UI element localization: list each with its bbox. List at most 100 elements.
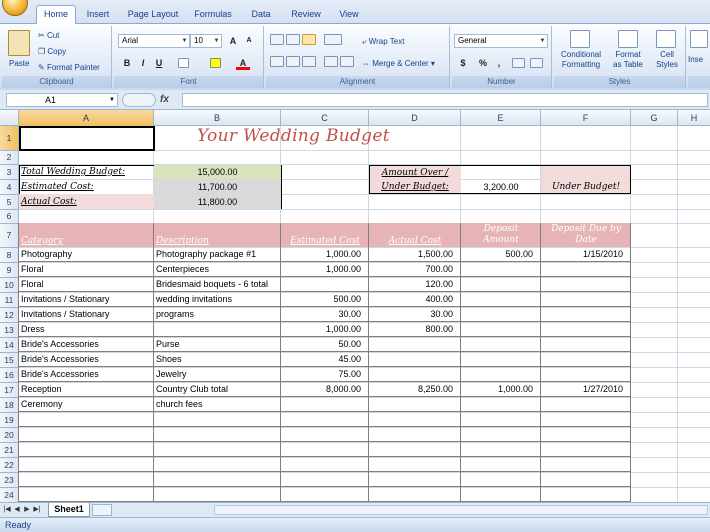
total-budget-value[interactable]: 15,000.00 [154, 165, 281, 179]
cell-due[interactable]: 1/15/2010 [541, 247, 631, 261]
row-header-13[interactable]: 13 [0, 323, 19, 338]
tab-page-layout[interactable]: Page Layout [124, 6, 182, 24]
font-color-button[interactable]: A [236, 56, 250, 70]
cell-description[interactable]: Shoes [154, 352, 281, 366]
conditional-formatting-icon[interactable] [570, 30, 590, 48]
active-cell-a1[interactable] [19, 126, 155, 151]
cell-description[interactable]: Photography package #1 [154, 247, 281, 261]
cell-deposit[interactable]: 1,000.00 [461, 382, 541, 396]
merge-center-button[interactable]: ⇔ Merge & Center ▾ [362, 58, 435, 69]
insert-sheet-icon[interactable] [92, 504, 112, 516]
row-header-18[interactable]: 18 [0, 398, 19, 413]
first-sheet-icon[interactable]: |◀ [2, 505, 12, 515]
prev-sheet-icon[interactable]: ◀ [12, 505, 22, 515]
estimated-cost-value[interactable]: 11,700.00 [154, 180, 281, 194]
cell-category[interactable]: Floral [19, 262, 154, 276]
cell-styles-button[interactable]: Cell Styles [650, 50, 684, 70]
align-right-icon[interactable] [302, 56, 316, 67]
cell-actual[interactable]: 120.00 [369, 277, 461, 291]
cell-estimated[interactable]: 50.00 [281, 337, 369, 351]
cell-category[interactable]: Bride's Accessories [19, 367, 154, 381]
sheet-tab-sheet1[interactable]: Sheet1 [48, 503, 90, 517]
column-header-g[interactable]: G [631, 110, 678, 126]
italic-button[interactable]: I [136, 56, 150, 70]
align-top-icon[interactable] [270, 34, 284, 45]
orientation-icon[interactable] [324, 34, 342, 45]
cell-estimated[interactable]: 30.00 [281, 307, 369, 321]
cell-category[interactable]: Floral [19, 277, 154, 291]
insert-cells-icon[interactable] [690, 30, 708, 48]
row-header-9[interactable]: 9 [0, 263, 19, 278]
formula-input[interactable] [182, 93, 708, 107]
number-format-combo[interactable]: General ▼ [454, 34, 548, 48]
cell-actual[interactable]: 30.00 [369, 307, 461, 321]
align-center-icon[interactable] [286, 56, 300, 67]
format-as-table-button[interactable]: Format as Table [608, 50, 648, 70]
copy-button[interactable]: ❐ Copy [38, 46, 66, 57]
increase-decimal-icon[interactable] [512, 58, 525, 68]
cell-description[interactable]: programs [154, 307, 281, 321]
row-header-11[interactable]: 11 [0, 293, 19, 308]
paste-icon[interactable] [8, 30, 30, 56]
underline-button[interactable]: U [152, 56, 166, 70]
conditional-formatting-button[interactable]: Conditional Formatting [558, 50, 604, 70]
horizontal-scrollbar[interactable] [214, 505, 708, 515]
comma-button[interactable]: , [492, 56, 506, 70]
cell-estimated[interactable]: 1,000.00 [281, 247, 369, 261]
cell-actual[interactable]: 400.00 [369, 292, 461, 306]
column-header-d[interactable]: D [369, 110, 461, 126]
align-middle-icon[interactable] [286, 34, 300, 45]
cell-actual[interactable]: 8,250.00 [369, 382, 461, 396]
align-left-icon[interactable] [270, 56, 284, 67]
cell-estimated[interactable]: 8,000.00 [281, 382, 369, 396]
decrease-decimal-icon[interactable] [530, 58, 543, 68]
font-name-combo[interactable]: Arial ▼ [118, 34, 190, 48]
tab-home[interactable]: Home [36, 5, 76, 25]
cell-deposit[interactable]: 500.00 [461, 247, 541, 261]
next-sheet-icon[interactable]: ▶ [22, 505, 32, 515]
currency-button[interactable]: $ [456, 56, 470, 70]
borders-icon[interactable] [178, 58, 189, 68]
column-header-e[interactable]: E [461, 110, 541, 126]
cell-estimated[interactable]: 1,000.00 [281, 322, 369, 336]
bold-button[interactable]: B [120, 56, 134, 70]
column-header-f[interactable]: F [541, 110, 631, 126]
row-header-17[interactable]: 17 [0, 383, 19, 398]
grow-font-button[interactable]: A [226, 34, 240, 48]
fill-color-icon[interactable] [210, 58, 221, 68]
format-table-icon[interactable] [618, 30, 638, 48]
cell-actual[interactable]: 1,500.00 [369, 247, 461, 261]
cell-category[interactable]: Invitations / Stationary [19, 307, 154, 321]
paste-button[interactable]: Paste [9, 58, 29, 69]
decrease-indent-icon[interactable] [324, 56, 338, 67]
row-header-5[interactable]: 5 [0, 195, 19, 210]
column-header-h[interactable]: H [678, 110, 710, 126]
row-header-1[interactable]: 1 [0, 126, 19, 151]
cell-description[interactable]: Bridesmaid boquets - 6 total [154, 277, 281, 291]
row-header-24[interactable]: 24 [0, 488, 19, 502]
office-button[interactable] [2, 0, 28, 16]
cell-description[interactable]: Jewelry [154, 367, 281, 381]
row-header-4[interactable]: 4 [0, 180, 19, 195]
tab-data[interactable]: Data [246, 6, 276, 24]
row-header-20[interactable]: 20 [0, 428, 19, 443]
increase-indent-icon[interactable] [340, 56, 354, 67]
row-header-15[interactable]: 15 [0, 353, 19, 368]
column-header-c[interactable]: C [281, 110, 369, 126]
shrink-font-button[interactable]: A [242, 34, 256, 48]
tab-insert[interactable]: Insert [80, 6, 116, 24]
cell-category[interactable]: Dress [19, 322, 154, 336]
insert-cells-button[interactable]: Inse [688, 54, 703, 65]
name-box[interactable]: A1 ▼ [6, 93, 118, 107]
row-header-16[interactable]: 16 [0, 368, 19, 383]
row-header-19[interactable]: 19 [0, 413, 19, 428]
wrap-text-button[interactable]: ⤶ Wrap Text [362, 36, 404, 47]
cell-description[interactable]: wedding invitations [154, 292, 281, 306]
tab-review[interactable]: Review [286, 6, 326, 24]
cell-category[interactable]: Photography [19, 247, 154, 261]
cell-actual[interactable]: 700.00 [369, 262, 461, 276]
align-bottom-icon[interactable] [302, 34, 316, 45]
cell-estimated[interactable]: 45.00 [281, 352, 369, 366]
cell-category[interactable]: Bride's Accessories [19, 352, 154, 366]
cut-button[interactable]: ✂ Cut [38, 30, 59, 41]
